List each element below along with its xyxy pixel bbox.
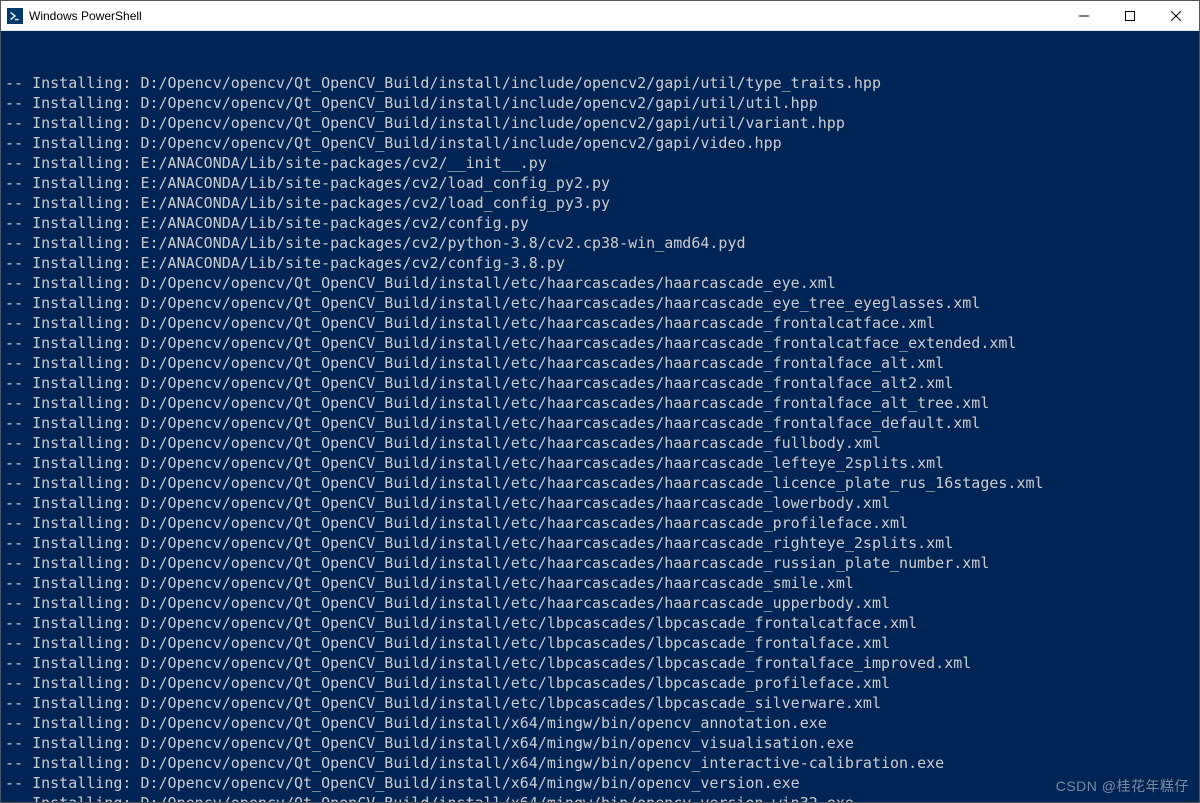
close-button[interactable] (1153, 1, 1199, 31)
terminal-line: -- Installing: D:/Opencv/opencv/Qt_OpenC… (5, 433, 1199, 453)
terminal-line: -- Installing: E:/ANACONDA/Lib/site-pack… (5, 173, 1199, 193)
terminal-line: -- Installing: E:/ANACONDA/Lib/site-pack… (5, 233, 1199, 253)
powershell-window: Windows PowerShell -- Installing: D:/Ope… (0, 0, 1200, 803)
close-icon (1171, 11, 1181, 21)
terminal-output: -- Installing: D:/Opencv/opencv/Qt_OpenC… (5, 73, 1199, 802)
terminal-line: -- Installing: E:/ANACONDA/Lib/site-pack… (5, 193, 1199, 213)
terminal-line: -- Installing: D:/Opencv/opencv/Qt_OpenC… (5, 133, 1199, 153)
terminal-line: -- Installing: D:/Opencv/opencv/Qt_OpenC… (5, 453, 1199, 473)
terminal-line: -- Installing: D:/Opencv/opencv/Qt_OpenC… (5, 773, 1199, 793)
terminal-line: -- Installing: D:/Opencv/opencv/Qt_OpenC… (5, 93, 1199, 113)
terminal-line: -- Installing: D:/Opencv/opencv/Qt_OpenC… (5, 313, 1199, 333)
window-title: Windows PowerShell (29, 9, 142, 23)
terminal-line: -- Installing: D:/Opencv/opencv/Qt_OpenC… (5, 613, 1199, 633)
terminal-line: -- Installing: D:/Opencv/opencv/Qt_OpenC… (5, 633, 1199, 653)
maximize-button[interactable] (1107, 1, 1153, 31)
terminal-line: -- Installing: D:/Opencv/opencv/Qt_OpenC… (5, 753, 1199, 773)
terminal-line: -- Installing: D:/Opencv/opencv/Qt_OpenC… (5, 293, 1199, 313)
terminal-line: -- Installing: D:/Opencv/opencv/Qt_OpenC… (5, 733, 1199, 753)
terminal-line: -- Installing: D:/Opencv/opencv/Qt_OpenC… (5, 513, 1199, 533)
powershell-icon (7, 8, 23, 24)
terminal-line: -- Installing: E:/ANACONDA/Lib/site-pack… (5, 213, 1199, 233)
terminal-line: -- Installing: D:/Opencv/opencv/Qt_OpenC… (5, 673, 1199, 693)
terminal-line: -- Installing: D:/Opencv/opencv/Qt_OpenC… (5, 593, 1199, 613)
terminal-line: -- Installing: D:/Opencv/opencv/Qt_OpenC… (5, 493, 1199, 513)
terminal-line: -- Installing: D:/Opencv/opencv/Qt_OpenC… (5, 713, 1199, 733)
terminal-line: -- Installing: D:/Opencv/opencv/Qt_OpenC… (5, 373, 1199, 393)
minimize-button[interactable] (1061, 1, 1107, 31)
terminal-line: -- Installing: D:/Opencv/opencv/Qt_OpenC… (5, 353, 1199, 373)
terminal-line: -- Installing: D:/Opencv/opencv/Qt_OpenC… (5, 273, 1199, 293)
terminal-line: -- Installing: D:/Opencv/opencv/Qt_OpenC… (5, 553, 1199, 573)
minimize-icon (1079, 11, 1089, 21)
maximize-icon (1125, 11, 1135, 21)
terminal-line: -- Installing: D:/Opencv/opencv/Qt_OpenC… (5, 793, 1199, 802)
terminal-line: -- Installing: D:/Opencv/opencv/Qt_OpenC… (5, 393, 1199, 413)
terminal-line: -- Installing: D:/Opencv/opencv/Qt_OpenC… (5, 113, 1199, 133)
terminal-line: -- Installing: D:/Opencv/opencv/Qt_OpenC… (5, 413, 1199, 433)
terminal-line: -- Installing: D:/Opencv/opencv/Qt_OpenC… (5, 333, 1199, 353)
terminal-area[interactable]: -- Installing: D:/Opencv/opencv/Qt_OpenC… (1, 31, 1199, 802)
terminal-line: -- Installing: E:/ANACONDA/Lib/site-pack… (5, 253, 1199, 273)
terminal-line: -- Installing: D:/Opencv/opencv/Qt_OpenC… (5, 473, 1199, 493)
terminal-line: -- Installing: E:/ANACONDA/Lib/site-pack… (5, 153, 1199, 173)
titlebar[interactable]: Windows PowerShell (1, 1, 1199, 31)
terminal-line: -- Installing: D:/Opencv/opencv/Qt_OpenC… (5, 653, 1199, 673)
terminal-line: -- Installing: D:/Opencv/opencv/Qt_OpenC… (5, 693, 1199, 713)
terminal-line: -- Installing: D:/Opencv/opencv/Qt_OpenC… (5, 573, 1199, 593)
terminal-line: -- Installing: D:/Opencv/opencv/Qt_OpenC… (5, 533, 1199, 553)
terminal-line: -- Installing: D:/Opencv/opencv/Qt_OpenC… (5, 73, 1199, 93)
